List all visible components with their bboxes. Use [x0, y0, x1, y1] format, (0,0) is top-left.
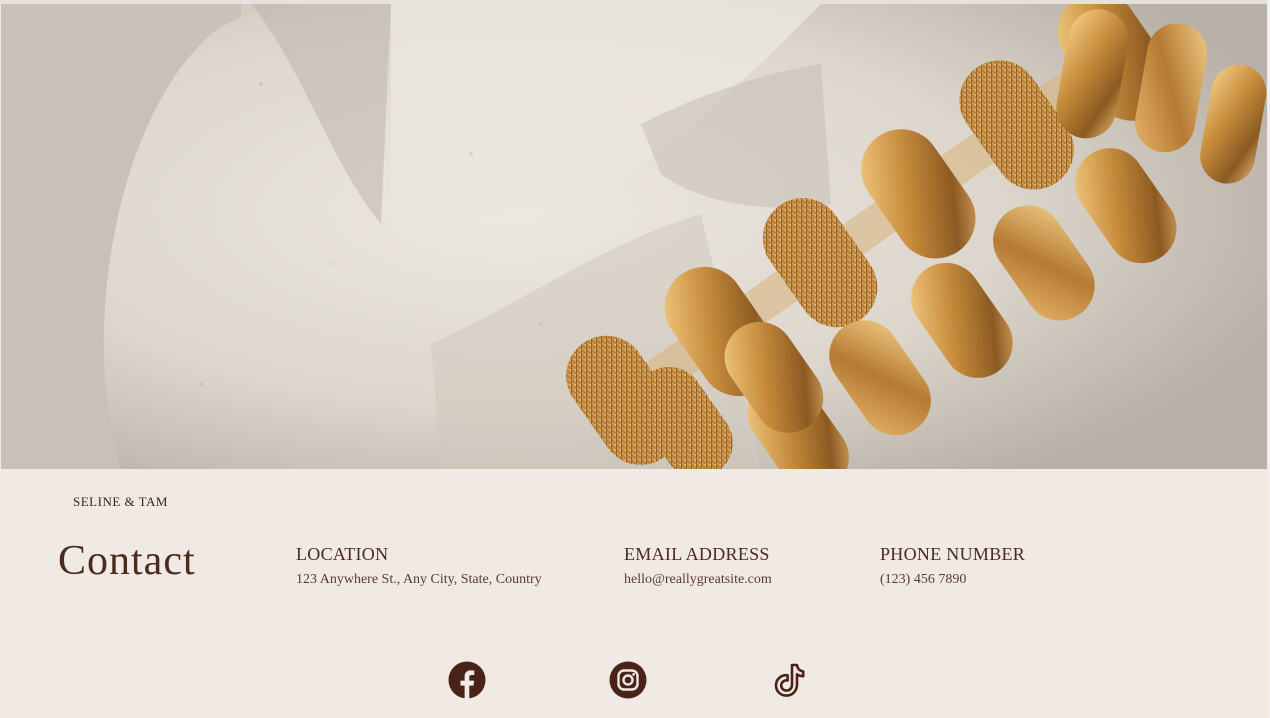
email-label: EMAIL ADDRESS [624, 544, 770, 564]
email-block: EMAIL ADDRESS hello@reallygreatsite.com [624, 544, 772, 588]
facebook-icon [448, 661, 486, 699]
email-value[interactable]: hello@reallygreatsite.com [624, 572, 772, 588]
brand-name: SELINE & TAM [73, 494, 168, 509]
phone-label: PHONE NUMBER [880, 544, 1026, 564]
hero-image [1, 4, 1267, 469]
facebook-link[interactable] [448, 661, 486, 699]
page-title: Contact [58, 538, 196, 584]
phone-value[interactable]: (123) 456 7890 [880, 572, 1025, 588]
page: SELINE & TAM Contact LOCATION 123 Anywhe… [0, 0, 1270, 718]
location-label: LOCATION [296, 544, 389, 564]
location-value: 123 Anywhere St., Any City, State, Count… [296, 572, 542, 587]
hero-photo-stone-and-gold-chain [1, 4, 1267, 469]
location-block: LOCATION 123 Anywhere St., Any City, Sta… [296, 544, 542, 588]
tiktok-link[interactable] [771, 661, 809, 699]
tiktok-icon [774, 663, 805, 697]
instagram-link[interactable] [609, 661, 647, 699]
phone-block: PHONE NUMBER (123) 456 7890 [880, 544, 1025, 588]
instagram-icon [609, 661, 647, 699]
